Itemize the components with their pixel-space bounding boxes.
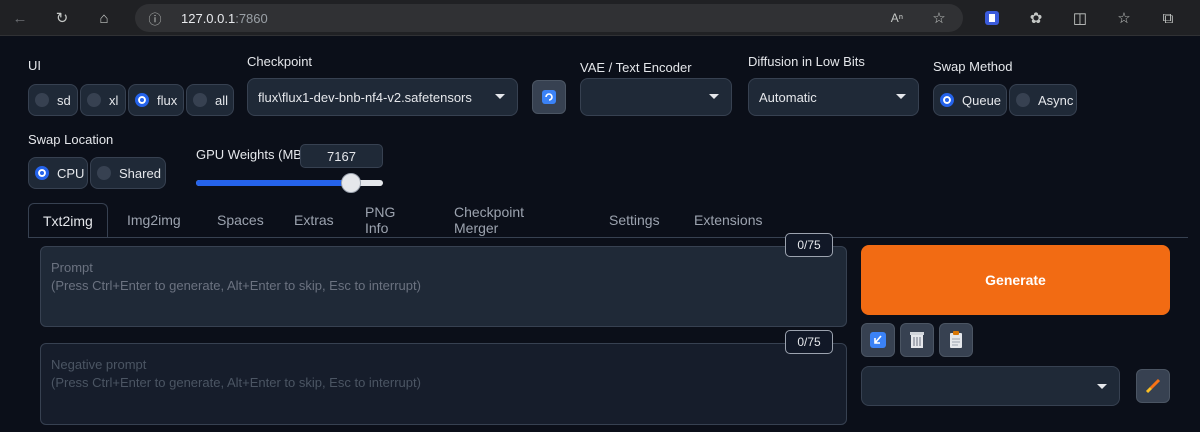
- clear-prompt-button[interactable]: [900, 323, 934, 357]
- clipboard-icon: [950, 331, 962, 348]
- chevron-down-icon: [495, 94, 505, 99]
- vae-dropdown[interactable]: [580, 78, 732, 116]
- chevron-down-icon: [896, 94, 906, 99]
- tab-checkpoint-merger[interactable]: Checkpoint Merger: [454, 203, 524, 237]
- diffusion-value: Automatic: [759, 89, 817, 105]
- ui-option-sd-label: sd: [57, 92, 71, 108]
- prompt-textarea[interactable]: Prompt (Press Ctrl+Enter to generate, Al…: [40, 246, 847, 327]
- swap-method-async[interactable]: Async: [1009, 84, 1077, 116]
- radio-dot: [1016, 93, 1030, 107]
- split-screen-icon[interactable]: ◫: [1068, 6, 1092, 30]
- trash-icon: [910, 332, 924, 348]
- refresh-icon[interactable]: ↻: [50, 6, 74, 30]
- radio-dot-selected: [940, 93, 954, 107]
- negative-prompt-placeholder: (Press Ctrl+Enter to generate, Alt+Enter…: [51, 375, 421, 390]
- edit-styles-button[interactable]: [1136, 369, 1170, 403]
- slider-fill: [196, 180, 352, 186]
- address-bar[interactable]: ⓘ 127.0.0.1:7860 Aⁿ ☆: [135, 4, 963, 32]
- extensions-puzzle-icon[interactable]: ✿: [1024, 6, 1048, 30]
- negative-prompt-label: Negative prompt: [51, 357, 147, 372]
- paintbrush-icon: [1145, 378, 1161, 394]
- radio-dot-selected: [135, 93, 149, 107]
- read-params-button[interactable]: [861, 323, 895, 357]
- prompt-placeholder: (Press Ctrl+Enter to generate, Alt+Enter…: [51, 278, 421, 293]
- collections-icon[interactable]: ⧉: [1156, 6, 1180, 30]
- slider-thumb[interactable]: [341, 173, 362, 193]
- radio-dot: [87, 93, 101, 107]
- refresh-checkpoint-button[interactable]: [532, 80, 566, 114]
- ui-option-all[interactable]: all: [186, 84, 234, 116]
- arrow-down-left-icon: [870, 332, 886, 348]
- checkpoint-label: Checkpoint: [247, 54, 313, 69]
- tab-spaces[interactable]: Spaces: [217, 203, 264, 237]
- gpu-weights-number-input[interactable]: 7167: [300, 144, 383, 168]
- back-icon[interactable]: ←: [8, 6, 32, 30]
- prompt-token-counter: 0/75: [785, 233, 833, 257]
- swap-method-queue-label: Queue: [962, 92, 1002, 108]
- ui-label: UI: [28, 58, 41, 73]
- swap-location-shared[interactable]: Shared: [90, 157, 166, 189]
- info-icon[interactable]: ⓘ: [143, 6, 167, 30]
- checkpoint-value: flux\flux1-dev-bnb-nf4-v2.safetensors: [258, 89, 472, 105]
- url-text: 127.0.0.1:7860: [181, 11, 268, 26]
- tab-img2img[interactable]: Img2img: [127, 203, 181, 237]
- read-aloud-icon[interactable]: Aⁿ: [885, 6, 909, 30]
- vae-label: VAE / Text Encoder: [580, 60, 692, 75]
- url-port: :7860: [235, 11, 268, 26]
- ui-option-flux[interactable]: flux: [128, 84, 184, 116]
- ui-option-xl[interactable]: xl: [80, 84, 126, 116]
- tab-extensions[interactable]: Extensions: [694, 203, 762, 237]
- radio-dot: [193, 93, 207, 107]
- app-root: UI sd xl flux all Checkpoint flux\flux1-…: [0, 36, 1200, 432]
- apply-styles-button[interactable]: [939, 323, 973, 357]
- browser-toolbar: ← ↻ ⌂ ⓘ 127.0.0.1:7860 Aⁿ ☆ ✿ ◫ ☆ ⧉: [0, 0, 1200, 36]
- tab-png-info[interactable]: PNG Info: [365, 203, 395, 237]
- checkpoint-dropdown[interactable]: flux\flux1-dev-bnb-nf4-v2.safetensors: [247, 78, 518, 116]
- tab-txt2img[interactable]: Txt2img: [28, 203, 108, 237]
- diffusion-label: Diffusion in Low Bits: [748, 54, 865, 69]
- url-host: 127.0.0.1: [181, 11, 236, 26]
- negative-prompt-textarea[interactable]: Negative prompt (Press Ctrl+Enter to gen…: [40, 343, 847, 425]
- swap-method-label: Swap Method: [933, 59, 1013, 74]
- refresh-icon: [542, 90, 556, 104]
- radio-dot-selected: [35, 166, 49, 180]
- chevron-down-icon: [1097, 384, 1107, 389]
- swap-location-label: Swap Location: [28, 132, 114, 147]
- swap-location-shared-label: Shared: [119, 165, 161, 181]
- ui-option-xl-label: xl: [109, 92, 119, 108]
- generate-button[interactable]: Generate: [861, 245, 1170, 315]
- swap-method-queue[interactable]: Queue: [933, 84, 1007, 116]
- ui-option-all-label: all: [215, 92, 229, 108]
- ui-option-flux-label: flux: [157, 92, 178, 108]
- radio-dot: [97, 166, 111, 180]
- gpu-weights-label: GPU Weights (MB): [196, 147, 307, 162]
- prompt-label: Prompt: [51, 260, 93, 275]
- radio-dot: [35, 93, 49, 107]
- home-icon[interactable]: ⌂: [92, 6, 116, 30]
- negative-prompt-token-counter: 0/75: [785, 330, 833, 354]
- tab-extras[interactable]: Extras: [294, 203, 334, 237]
- gpu-weights-slider[interactable]: [196, 173, 383, 193]
- diffusion-dropdown[interactable]: Automatic: [748, 78, 919, 116]
- tab-divider: [28, 237, 1188, 238]
- favorite-star-icon[interactable]: ☆: [927, 6, 951, 30]
- styles-dropdown[interactable]: [861, 366, 1120, 406]
- swap-method-async-label: Async: [1038, 92, 1074, 108]
- chevron-down-icon: [709, 94, 719, 99]
- swap-location-cpu[interactable]: CPU: [28, 157, 88, 189]
- extension-shield-icon[interactable]: [980, 6, 1004, 30]
- favorites-icon[interactable]: ☆: [1112, 6, 1136, 30]
- tab-settings[interactable]: Settings: [609, 203, 660, 237]
- swap-location-cpu-label: CPU: [57, 165, 85, 181]
- ui-option-sd[interactable]: sd: [28, 84, 78, 116]
